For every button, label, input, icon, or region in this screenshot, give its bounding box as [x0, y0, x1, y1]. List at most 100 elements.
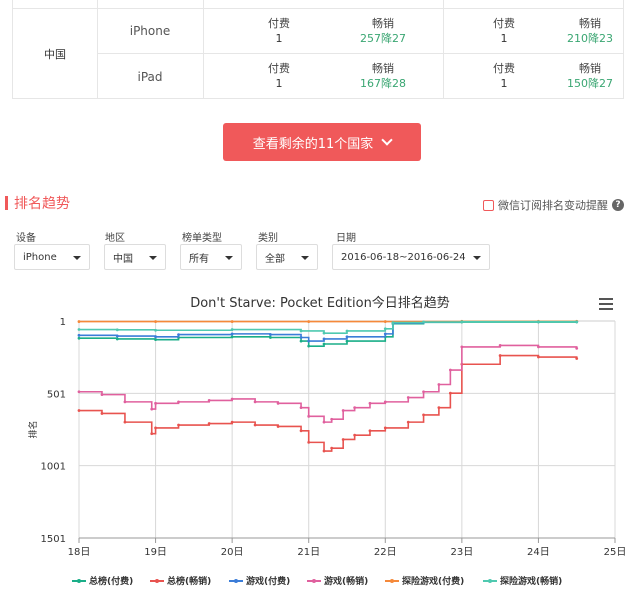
- series-point: [77, 409, 81, 412]
- series-point: [437, 383, 441, 386]
- series-point: [77, 336, 81, 340]
- series-point: [77, 328, 81, 331]
- wechat-subscribe-label: 微信订阅排名变动提醒: [498, 199, 608, 212]
- region-select[interactable]: 中国: [104, 244, 166, 270]
- series-point: [269, 336, 272, 339]
- caret-down-icon: [149, 256, 157, 260]
- series-point: [437, 406, 441, 410]
- series-point: [77, 320, 81, 323]
- series-point: [177, 400, 180, 404]
- series-point: [537, 345, 540, 349]
- series-point: [77, 333, 81, 337]
- legend-label: 总榜(畅销): [167, 577, 212, 587]
- list-type-filter-label: 榜单类型: [182, 233, 222, 244]
- series-point: [353, 406, 357, 410]
- legend-item[interactable]: 游戏(付费): [229, 574, 290, 587]
- legend-item[interactable]: 总榜(畅销): [150, 574, 211, 587]
- grossing-rank-cell: 畅销 150降27: [567, 62, 613, 90]
- series-point: [230, 335, 234, 339]
- series-point: [383, 426, 387, 430]
- x-tick-label: 25日: [604, 547, 627, 558]
- series-point: [383, 400, 387, 404]
- table-row: iPad 付费 1 畅销 167降28 付费 1 畅销 150降27: [97, 54, 623, 99]
- series-point: [253, 423, 257, 427]
- show-more-countries-button[interactable]: 查看剩余的11个国家: [223, 123, 421, 161]
- legend-item[interactable]: 探险游戏(付费): [385, 574, 464, 587]
- rank-trend-chart: 15011001150118日 19日 20日 21日 22日 23日 24日 25日排名: [27, 317, 627, 558]
- chevron-down-icon: [381, 134, 393, 146]
- previous-row: [13, 0, 623, 9]
- legend-item[interactable]: 探险游戏(畅销): [483, 574, 562, 587]
- series-point: [230, 332, 234, 336]
- legend-swatch: [229, 578, 243, 583]
- series-point: [383, 327, 387, 331]
- series-point: [575, 346, 579, 350]
- series-point: [123, 400, 127, 404]
- series-point: [299, 336, 303, 339]
- series-point: [154, 335, 157, 339]
- series-point: [391, 321, 395, 324]
- y-axis-label: 排名: [27, 420, 39, 438]
- series-point: [406, 396, 410, 399]
- series-point: [448, 368, 452, 372]
- caret-down-icon: [301, 256, 309, 260]
- series-point: [177, 333, 180, 336]
- series-point: [154, 426, 157, 430]
- date-range-select[interactable]: 2016-06-18~2016-06-24: [332, 244, 490, 270]
- country-cell: 中国: [44, 47, 66, 61]
- series-point: [322, 449, 326, 453]
- series-point: [154, 401, 157, 405]
- series-point: [115, 334, 119, 338]
- legend-item[interactable]: 游戏(畅销): [307, 574, 368, 587]
- chart-title: Don't Starve: Pocket Edition今日排名趋势: [190, 296, 450, 311]
- help-icon[interactable]: ?: [612, 199, 624, 211]
- legend-label: 总榜(付费): [89, 577, 134, 587]
- x-tick-label: 18日: [68, 547, 91, 558]
- series-point: [422, 390, 425, 394]
- series-point: [307, 320, 311, 323]
- series-point: [115, 337, 119, 341]
- menu-icon[interactable]: [599, 298, 613, 310]
- x-tick-label: 22日: [374, 547, 397, 558]
- list-type-select[interactable]: 所有: [180, 244, 242, 270]
- series-point: [207, 422, 211, 425]
- x-tick-label: 19日: [144, 547, 167, 558]
- series-point: [123, 420, 127, 424]
- series-point: [100, 393, 104, 397]
- series-point: [330, 417, 334, 421]
- series-point: [422, 413, 425, 417]
- series-point: [345, 335, 349, 339]
- device-name: iPad: [137, 69, 163, 84]
- series-point: [345, 329, 349, 333]
- series-point: [448, 391, 452, 395]
- series-point: [383, 320, 387, 323]
- series-point: [307, 344, 311, 348]
- legend-item[interactable]: 总榜(付费): [72, 574, 133, 587]
- device-select[interactable]: iPhone: [14, 244, 90, 270]
- series-point: [77, 390, 81, 394]
- paid-rank-cell: 付费 1: [268, 62, 290, 90]
- series-point: [207, 399, 211, 402]
- series-point: [322, 331, 326, 335]
- legend-label: 游戏(畅销): [324, 577, 369, 587]
- x-tick-label: 24日: [527, 547, 550, 558]
- series-line: [79, 321, 577, 347]
- series-point: [345, 339, 349, 343]
- x-tick-label: 23日: [450, 547, 473, 558]
- category-filter-label: 类别: [258, 233, 278, 244]
- series-point: [299, 339, 303, 343]
- series-point: [330, 446, 334, 450]
- series-point: [276, 401, 280, 405]
- series-line: [79, 320, 577, 334]
- date-filter-label: 日期: [336, 233, 356, 244]
- category-select[interactable]: 全部: [256, 244, 318, 270]
- grossing-rank-cell: 畅销 210降23: [567, 17, 613, 45]
- series-point: [341, 438, 345, 441]
- legend-swatch: [483, 578, 497, 583]
- y-tick-label: 1001: [41, 462, 66, 473]
- wechat-subscribe-checkbox[interactable]: [483, 199, 494, 211]
- wechat-subscribe[interactable]: 微信订阅排名变动提醒 ?: [483, 197, 624, 213]
- series-point: [307, 440, 311, 444]
- series-point: [299, 406, 303, 410]
- series-point: [322, 420, 326, 424]
